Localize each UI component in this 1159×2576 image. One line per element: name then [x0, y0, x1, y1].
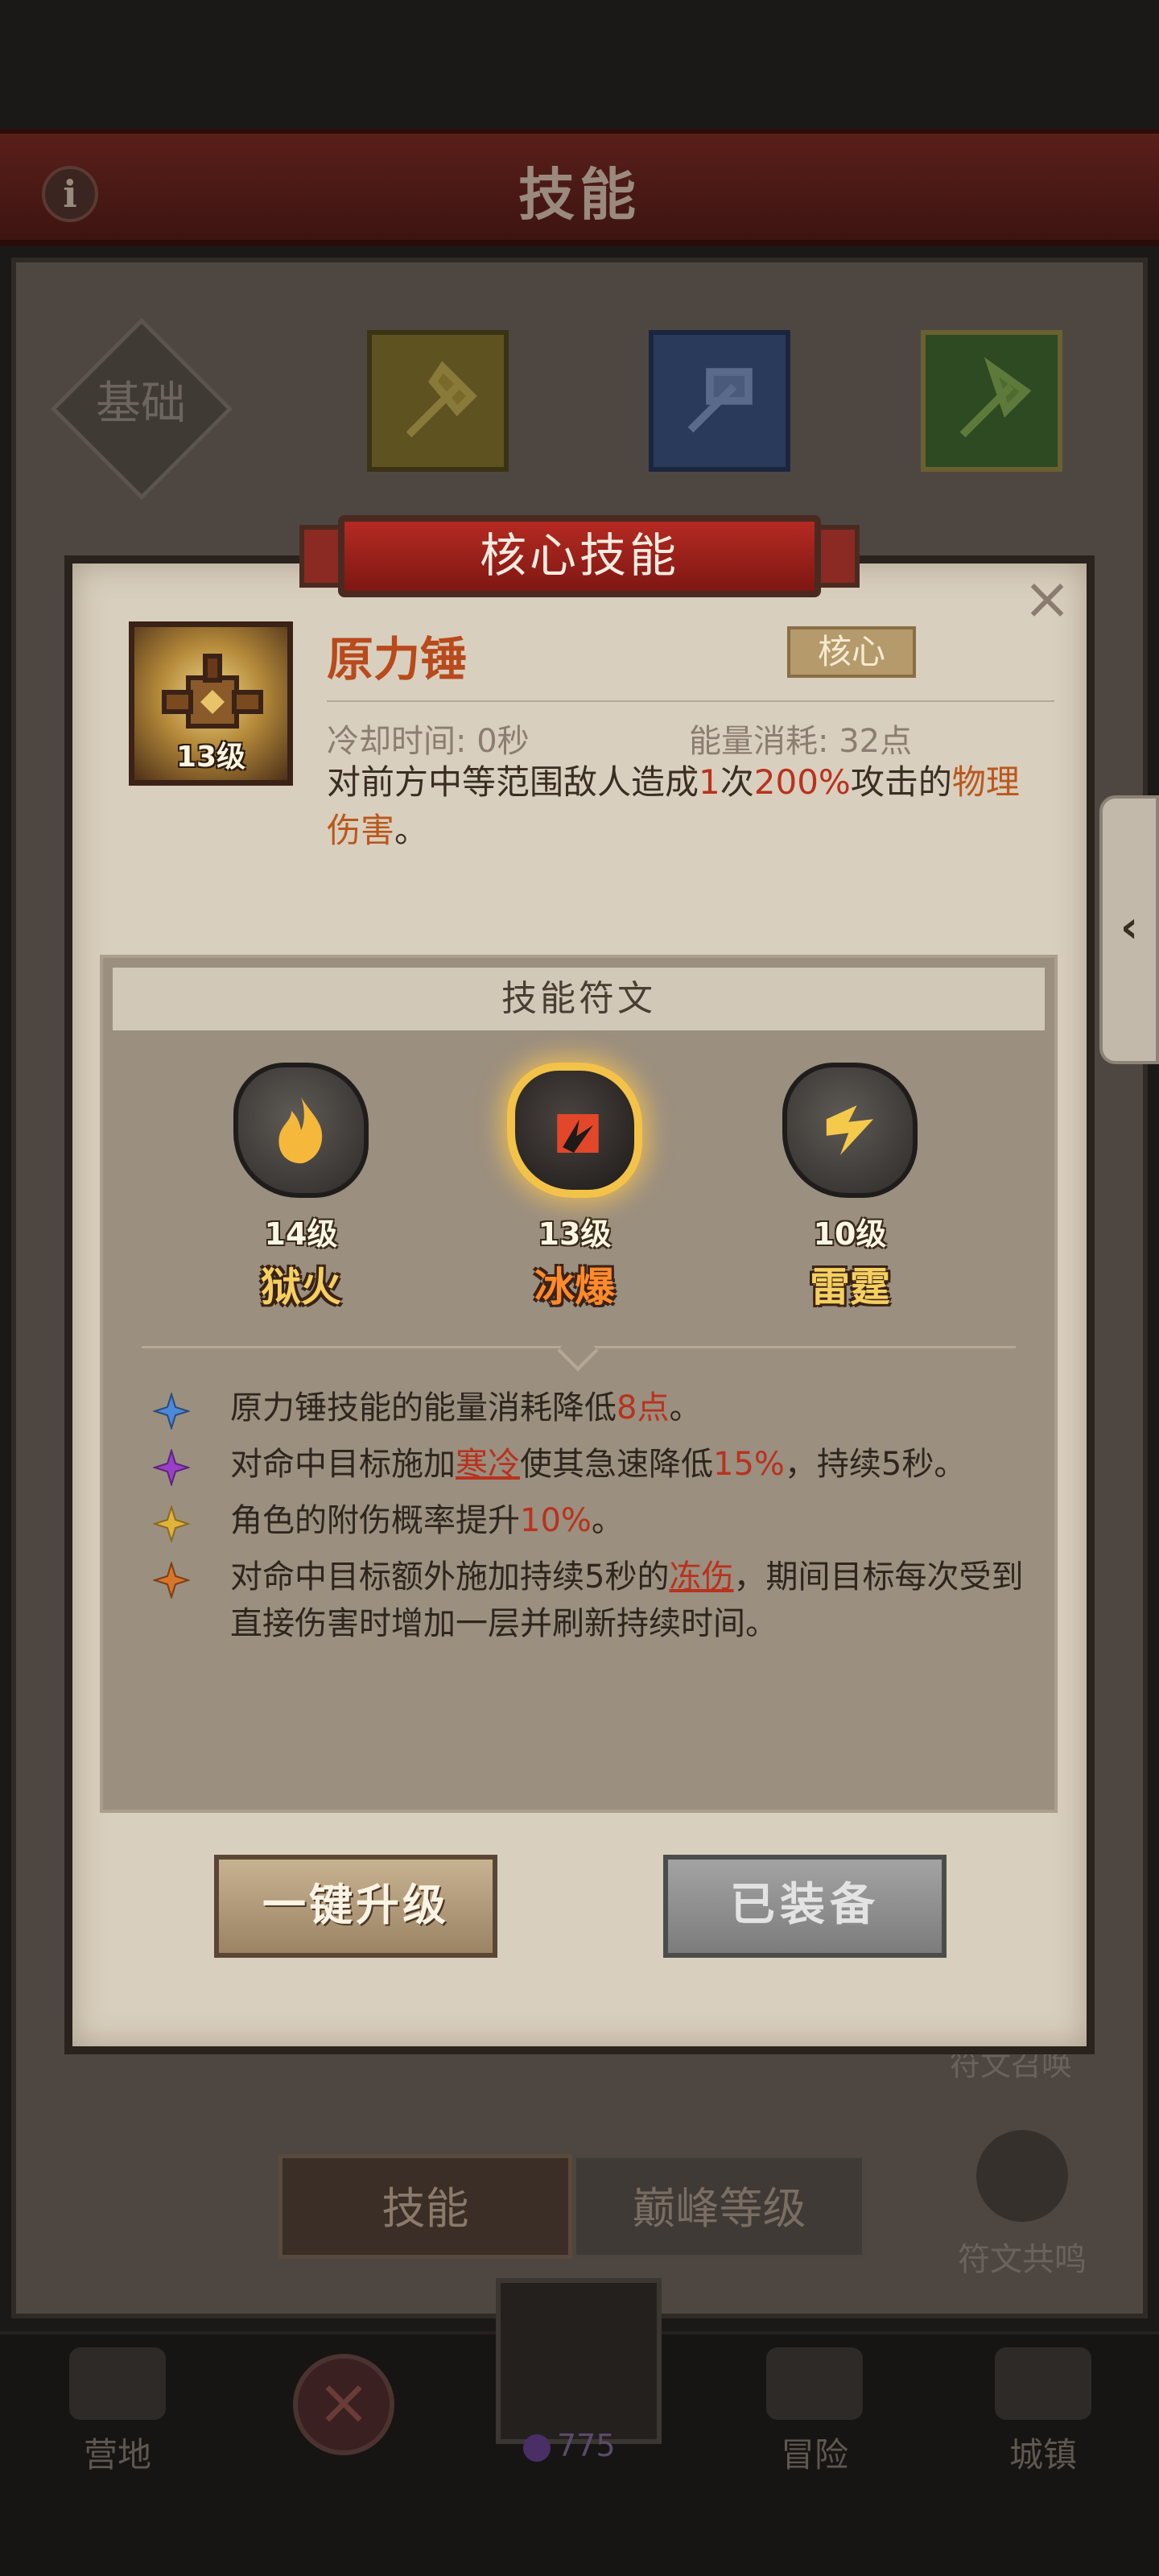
effect-part: 角色的附伤概率提升 — [230, 1502, 520, 1539]
desc-highlight: 200% — [753, 762, 851, 802]
effect-part: 。 — [669, 1389, 702, 1426]
effect-highlight: 10% — [520, 1502, 592, 1539]
bottom-tabs: 技能 巅峰等级 — [278, 2154, 866, 2259]
page-title: 技能 — [518, 161, 641, 228]
rune-effect-item: 原力锤技能的能量消耗降低8点。 — [153, 1385, 1022, 1433]
rune-resonance-button[interactable]: 符文共鸣 — [950, 2125, 1095, 2280]
nav-camp[interactable]: 营地 — [37, 2347, 198, 2477]
camp-icon — [69, 2347, 166, 2420]
resonance-label: 符文共鸣 — [958, 2241, 1087, 2278]
nav-adventure-label: 冒险 — [780, 2435, 848, 2475]
desc-text: 次 — [720, 762, 754, 802]
effect-text: 原力锤技能的能量消耗降低8点。 — [230, 1385, 1035, 1431]
hammer-icon: 13级 — [129, 621, 293, 786]
tab-skill[interactable]: 技能 — [278, 2154, 572, 2259]
nav-town-label: 城镇 — [1008, 2435, 1077, 2475]
thunder-icon — [782, 1063, 918, 1198]
rune-name: 雷霆 — [810, 1263, 890, 1311]
effect-keyword-link[interactable]: 冻伤 — [669, 1558, 733, 1596]
skill-type-tag: 核心 — [787, 626, 916, 678]
equipped-button[interactable]: 已装备 — [663, 1855, 947, 1958]
rune-effect-item: 对命中目标施加寒冷使其急速降低15%，持续5秒。 — [153, 1441, 1022, 1489]
effect-keyword-link[interactable]: 寒冷 — [456, 1446, 520, 1483]
nav-camp-label: 营地 — [83, 2435, 151, 2475]
desc-highlight: 1 — [699, 762, 720, 802]
rune-level: 13级 — [538, 1216, 612, 1252]
rune-effect-item: 对命中目标额外施加持续5秒的冻伤，期间目标每次受到直接伤害时增加一层并刷新持续时… — [153, 1554, 1023, 1650]
effect-part: 对命中目标额外施加持续5秒的 — [230, 1558, 670, 1596]
basic-tab-label: 基础 — [96, 378, 186, 430]
effect-highlight: 15% — [713, 1446, 785, 1483]
nature-axe-icon[interactable] — [921, 330, 1062, 472]
gem-icon — [523, 2434, 551, 2462]
skill-name: 原力锤 — [327, 632, 468, 687]
side-drawer-tab[interactable]: ‹ — [1099, 795, 1159, 1064]
fire-icon — [233, 1063, 369, 1198]
effect-part: 原力锤技能的能量消耗降低 — [230, 1389, 617, 1426]
gem-counter: 775 — [523, 2428, 616, 2463]
effect-part: ，持续5秒。 — [784, 1446, 967, 1483]
effect-part: 对命中目标施加 — [230, 1446, 456, 1483]
ice-burst-icon — [507, 1063, 642, 1198]
nav-center-emblem[interactable] — [496, 2278, 662, 2444]
map-icon — [766, 2347, 863, 2420]
yellow-star-icon — [153, 1505, 190, 1542]
chevron-left-icon: ‹ — [1120, 902, 1139, 952]
resonance-icon — [971, 2125, 1073, 2227]
axe-icon[interactable] — [367, 330, 509, 472]
nav-adventure[interactable]: 冒险 — [734, 2347, 895, 2477]
effect-text: 角色的附伤概率提升10%。 — [230, 1497, 1035, 1544]
purple-star-icon — [153, 1449, 190, 1486]
rune-effect-item: 角色的附伤概率提升10%。 — [153, 1497, 1022, 1546]
castle-icon — [995, 2347, 1091, 2420]
nav-town[interactable]: 城镇 — [963, 2347, 1124, 2477]
gem-count: 775 — [557, 2428, 616, 2463]
rune-level: 14级 — [264, 1216, 338, 1252]
one-click-upgrade-button[interactable]: 一键升级 — [214, 1855, 497, 1958]
runes-title: 技能符文 — [113, 968, 1045, 1030]
close-x-icon[interactable]: × — [293, 2354, 394, 2455]
frost-hammer-icon[interactable] — [649, 330, 790, 472]
rune-name: 冰爆 — [534, 1263, 615, 1311]
close-icon[interactable]: × — [1019, 569, 1075, 627]
effect-text: 对命中目标施加寒冷使其急速降低15%，持续5秒。 — [230, 1441, 1035, 1488]
skill-description: 对前方中等范围敌人造成1次200%攻击的物理伤害。 — [327, 758, 1035, 855]
top-bar: i 技能 — [0, 129, 1159, 246]
effect-part: 。 — [591, 1502, 624, 1539]
orange-star-icon — [153, 1562, 190, 1599]
rune-name: 狱火 — [261, 1263, 341, 1311]
energy-cost-text: 能量消耗: 32点 — [689, 723, 913, 760]
blue-star-icon — [153, 1393, 190, 1430]
effect-highlight: 8点 — [617, 1389, 670, 1426]
desc-text: 对前方中等范围敌人造成 — [327, 762, 699, 802]
rune-ice-burst[interactable]: 13级 冰爆 — [494, 1063, 655, 1313]
tab-peak-level[interactable]: 巅峰等级 — [572, 2154, 866, 2259]
skill-level: 13级 — [175, 741, 246, 774]
rune-thunder[interactable]: 10级 雷霆 — [769, 1063, 930, 1313]
rune-level: 10级 — [813, 1216, 887, 1252]
desc-text: 攻击的 — [850, 762, 952, 802]
header-divider — [327, 700, 1054, 702]
cooldown-text: 冷却时间: 0秒 — [327, 723, 530, 760]
effect-text: 对命中目标额外施加持续5秒的冻伤，期间目标每次受到直接伤害时增加一层并刷新持续时… — [230, 1554, 1035, 1647]
rune-hellfire[interactable]: 14级 狱火 — [221, 1063, 382, 1313]
effect-part: 使其急速降低 — [520, 1446, 713, 1483]
desc-text: 。 — [394, 811, 429, 850]
dialog-header: 核心技能 — [338, 515, 821, 597]
